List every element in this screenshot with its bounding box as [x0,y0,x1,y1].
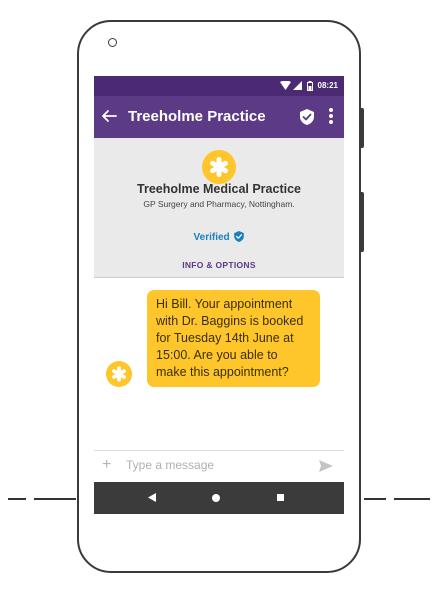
sender-avatar-icon [106,361,132,387]
business-name: Treeholme Medical Practice [137,182,301,196]
message-input[interactable] [126,458,306,472]
practice-logo-icon [202,150,236,184]
message-bubble: Hi Bill. Your appointment with Dr. Baggi… [147,290,320,387]
power-button [359,108,364,148]
wifi-icon [280,81,291,90]
message-composer: + [94,450,344,482]
verified-label: Verified [193,232,230,243]
left-decor-line-1 [8,498,26,500]
conversation-title: Treeholme Practice [128,108,266,125]
business-info-panel: Treeholme Medical Practice GP Surgery an… [94,138,344,278]
signal-icon [293,81,302,90]
right-decor-line-2 [394,498,430,500]
status-time: 08:21 [317,81,338,90]
nav-recents-icon[interactable] [276,493,285,502]
app-bar: Treeholme Practice [94,96,344,138]
arrow-left-icon[interactable] [100,107,118,125]
verified-badge: Verified [94,231,344,243]
volume-button [359,192,364,252]
nav-back-icon[interactable] [148,493,156,502]
conversation-area: Hi Bill. Your appointment with Dr. Baggi… [94,278,344,450]
system-nav-bar [94,482,344,514]
nav-home-icon[interactable] [211,493,221,503]
info-options-link[interactable]: INFO & OPTIONS [94,260,344,270]
more-vert-icon[interactable] [328,107,334,125]
shield-check-icon[interactable] [300,109,314,125]
status-bar: 08:21 [94,76,344,96]
phone-screen: 08:21 Treeholme Practice Treeholme Medic… [94,76,344,514]
add-attachment-icon[interactable]: + [102,456,111,474]
front-camera [108,38,117,47]
verified-shield-icon [234,231,245,242]
business-subtitle: GP Surgery and Pharmacy, Nottingham. [143,199,295,209]
right-decor-line-1 [364,498,386,500]
battery-icon [307,81,313,91]
left-decor-line-2 [34,498,76,500]
send-icon[interactable] [319,460,333,472]
